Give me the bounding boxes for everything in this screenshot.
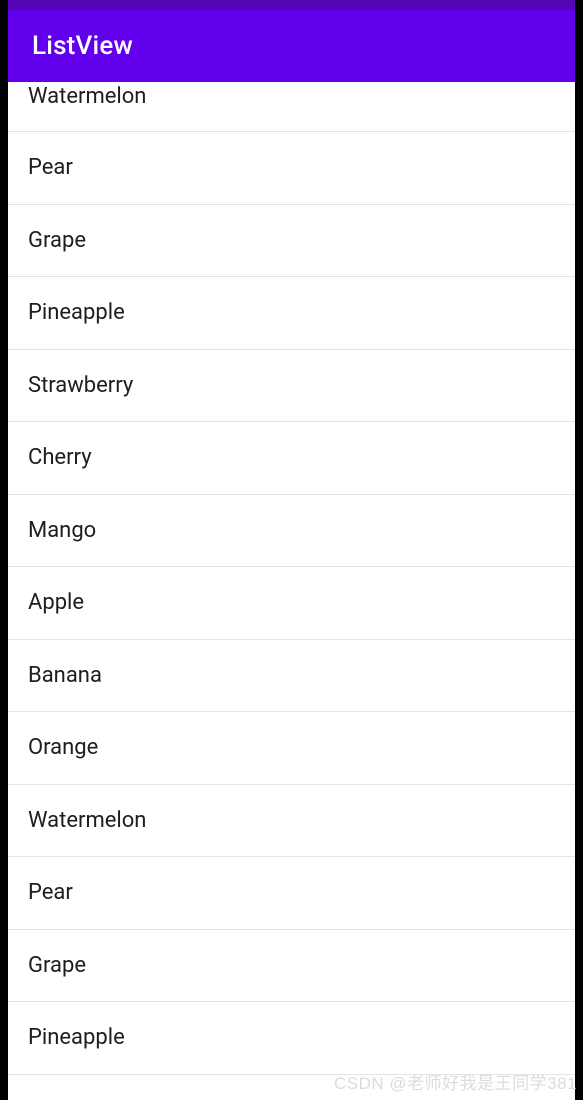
device-frame: ListView Watermelon Pear Grape Pineapple…: [8, 0, 575, 1100]
list-item-label: Watermelon: [28, 808, 146, 833]
list-item-label: Pear: [28, 155, 73, 180]
list-item[interactable]: Strawberry: [8, 1075, 575, 1100]
list-item[interactable]: Watermelon: [8, 785, 575, 858]
list-item-label: Cherry: [28, 445, 92, 470]
list-item[interactable]: Watermelon: [8, 82, 575, 132]
list-item-label: Pineapple: [28, 1025, 125, 1050]
list-item[interactable]: Banana: [8, 640, 575, 713]
app-bar: ListView: [8, 10, 575, 82]
list-item[interactable]: Pear: [8, 857, 575, 930]
list-view[interactable]: Watermelon Pear Grape Pineapple Strawber…: [8, 82, 575, 1100]
page-title: ListView: [32, 31, 133, 61]
list-item[interactable]: Pineapple: [8, 277, 575, 350]
list-item-label: Grape: [28, 228, 86, 253]
list-item-label: Apple: [28, 590, 84, 615]
list-item-label: Strawberry: [28, 373, 133, 398]
list-item[interactable]: Grape: [8, 205, 575, 278]
list-item-label: Grape: [28, 953, 86, 978]
list-item-label: Banana: [28, 663, 102, 688]
list-item[interactable]: Apple: [8, 567, 575, 640]
list-item-label: Watermelon: [28, 84, 146, 109]
list-item[interactable]: Pineapple: [8, 1002, 575, 1075]
list-item-label: Pineapple: [28, 300, 125, 325]
list-item[interactable]: Grape: [8, 930, 575, 1003]
list-item[interactable]: Orange: [8, 712, 575, 785]
list-item-label: Orange: [28, 735, 98, 760]
list-item-label: Mango: [28, 518, 96, 543]
status-bar: [8, 0, 575, 10]
list-item[interactable]: Pear: [8, 132, 575, 205]
list-item[interactable]: Cherry: [8, 422, 575, 495]
list-item-label: Pear: [28, 880, 73, 905]
list-item[interactable]: Strawberry: [8, 350, 575, 423]
list-item[interactable]: Mango: [8, 495, 575, 568]
